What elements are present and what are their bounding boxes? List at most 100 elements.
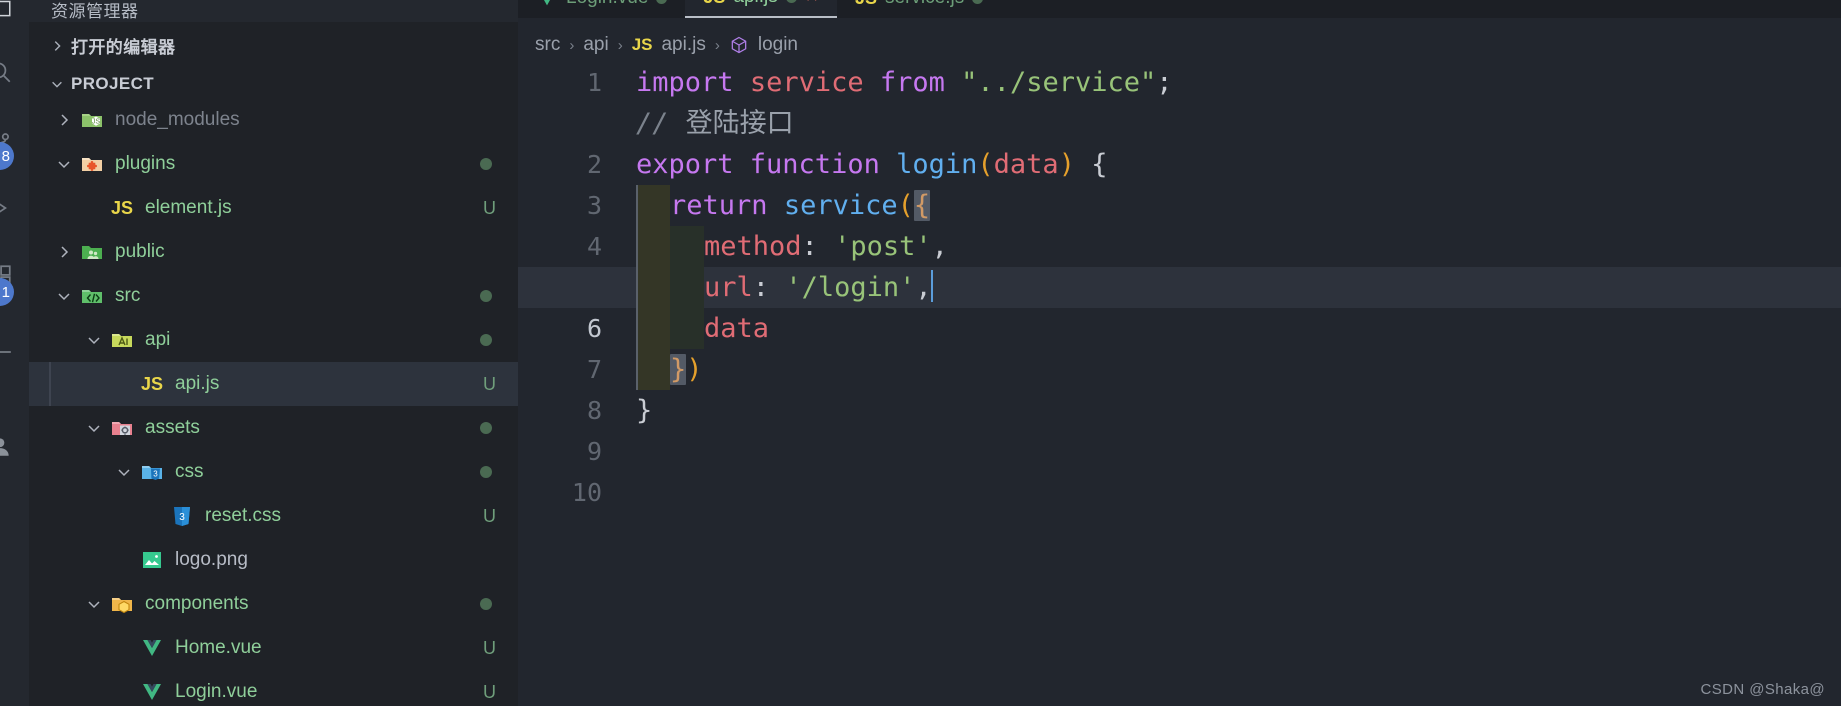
css-file-icon: 3: [167, 503, 197, 529]
tab-service-js[interactable]: JS service.js: [837, 0, 1002, 18]
close-icon[interactable]: ✕: [805, 0, 819, 7]
search-icon[interactable]: [0, 50, 22, 94]
chevron-down-icon[interactable]: [81, 332, 107, 348]
tab-bar: Login.vue JS api.js ✕ JS service.js: [518, 0, 1841, 18]
breadcrumb-item-src[interactable]: src: [535, 34, 560, 56]
image-file-icon: [137, 547, 167, 573]
tree-item-public[interactable]: public: [29, 230, 518, 274]
js-file-icon: JS: [110, 197, 134, 218]
breadcrumb-item-api[interactable]: api: [583, 34, 608, 56]
tree-item-assets[interactable]: assets: [29, 406, 518, 450]
tab-bar-spacer: [1001, 0, 1841, 18]
tree-item-label: api.js: [175, 373, 220, 394]
folder-change-dot: [480, 290, 492, 302]
tree-item-logo-png[interactable]: logo.png: [29, 538, 518, 582]
chevron-down-icon[interactable]: [111, 464, 137, 480]
tree-item-src[interactable]: src: [29, 274, 518, 318]
folder-change-dot: [480, 158, 492, 170]
explorer-title: 资源管理器: [29, 0, 518, 22]
code-line[interactable]: 2 // 登陆接口: [518, 103, 1841, 179]
tree-item-label: reset.css: [205, 505, 282, 526]
code-line[interactable]: 8 }): [518, 349, 1841, 425]
chevron-down-icon: [43, 77, 71, 91]
watermark: CSDN @Shaka@: [1700, 681, 1825, 698]
activity-bar: 8 1: [0, 0, 29, 706]
folder-node-modules-icon: JS: [77, 107, 107, 133]
code-line-current[interactable]: 6 url: '/login',: [518, 267, 1841, 343]
tree-item-node-modules[interactable]: JS node_modules: [29, 98, 518, 142]
tab-dirty-dot: [656, 0, 668, 4]
folder-change-dot: [480, 466, 492, 478]
code-line[interactable]: 9 }: [518, 390, 1841, 466]
js-file-icon: JS: [631, 35, 653, 54]
folder-public-icon: [77, 239, 107, 265]
js-file-icon: JS: [703, 0, 725, 8]
tree-item-label: api: [145, 329, 171, 350]
remote-icon[interactable]: [0, 330, 22, 374]
tab-api-js[interactable]: JS api.js ✕: [685, 0, 838, 18]
tree-item-plugins[interactable]: plugins: [29, 142, 518, 186]
tree-item-home-vue[interactable]: Home.vue U: [29, 626, 518, 670]
open-editors-label: 打开的编辑器: [71, 38, 176, 57]
js-file-icon: JS: [855, 0, 877, 9]
chevron-down-icon[interactable]: [81, 596, 107, 612]
tree-item-css[interactable]: 3 css: [29, 450, 518, 494]
folder-src-icon: [77, 283, 107, 309]
tree-item-reset-css[interactable]: 3 reset.css U: [29, 494, 518, 538]
folder-api-icon: [107, 327, 137, 353]
svg-text:JS: JS: [92, 119, 101, 126]
tab-dirty-dot: [785, 0, 797, 3]
folder-change-dot: [480, 334, 492, 346]
explorer-icon[interactable]: [0, 0, 22, 30]
breadcrumb-item-apijs[interactable]: api.js: [661, 34, 705, 56]
breadcrumb: src › api › JS api.js › login: [518, 28, 1841, 62]
code-line[interactable]: 7 data: [518, 308, 1841, 384]
code-line[interactable]: 3 export function login(data) {: [518, 144, 1841, 220]
tree-item-login-vue[interactable]: Login.vue U: [29, 670, 518, 706]
vscode-window: 8 1 资源管理器 打开的编辑器 PROJECT JS node_modules…: [0, 0, 1841, 706]
code-line[interactable]: 10: [518, 431, 1841, 507]
js-file-icon: JS: [140, 373, 164, 394]
project-label: PROJECT: [71, 73, 155, 93]
tree-item-components[interactable]: components: [29, 582, 518, 626]
git-status-badge: U: [483, 373, 496, 394]
chevron-down-icon[interactable]: [81, 420, 107, 436]
code-line[interactable]: 1 import service from "../service";: [518, 62, 1841, 103]
tab-label: api.js: [733, 0, 777, 8]
tree-item-label: element.js: [145, 197, 232, 218]
run-debug-icon[interactable]: [0, 186, 22, 230]
tree-item-api-js[interactable]: JS api.js U: [29, 362, 518, 406]
chevron-down-icon[interactable]: [51, 156, 77, 172]
chevron-right-icon[interactable]: [51, 244, 77, 260]
tree-item-label: components: [145, 593, 249, 614]
text-caret: [930, 270, 933, 302]
chevron-down-icon[interactable]: [51, 288, 77, 304]
explorer-sidebar: 资源管理器 打开的编辑器 PROJECT JS node_modulesplugi…: [29, 0, 518, 706]
open-editors-section[interactable]: 打开的编辑器: [29, 24, 518, 67]
code-line[interactable]: 4 return service({: [518, 185, 1841, 261]
account-icon[interactable]: [0, 424, 22, 468]
vue-file-icon: [137, 635, 167, 661]
git-status-badge: U: [483, 505, 496, 526]
tree-item-api[interactable]: api: [29, 318, 518, 362]
chevron-right-icon[interactable]: [51, 112, 77, 128]
vue-file-icon: [536, 0, 558, 10]
tab-label: Login.vue: [566, 0, 648, 9]
git-status-badge: U: [483, 681, 496, 702]
breadcrumb-item-login[interactable]: login: [758, 34, 798, 56]
code-area[interactable]: 1 import service from "../service"; 2 //…: [518, 62, 1841, 706]
folder-assets-icon: [107, 415, 137, 441]
tab-login-vue[interactable]: Login.vue: [518, 0, 686, 18]
folder-change-dot: [480, 422, 492, 434]
tree-item-element-js[interactable]: JS element.js U: [29, 186, 518, 230]
svg-text:3: 3: [179, 512, 185, 523]
tree-item-label: Login.vue: [175, 681, 258, 702]
tree-item-label: logo.png: [175, 549, 248, 570]
chevron-right-icon: ›: [569, 36, 575, 54]
code-line[interactable]: 5 method: 'post',: [518, 226, 1841, 302]
line-number: 1: [586, 68, 602, 97]
editor-group: Login.vue JS api.js ✕ JS service.js src › api…: [518, 0, 1841, 706]
tab-label: service.js: [885, 0, 964, 9]
git-status-badge: U: [483, 637, 496, 658]
tree-item-label: plugins: [115, 153, 176, 174]
